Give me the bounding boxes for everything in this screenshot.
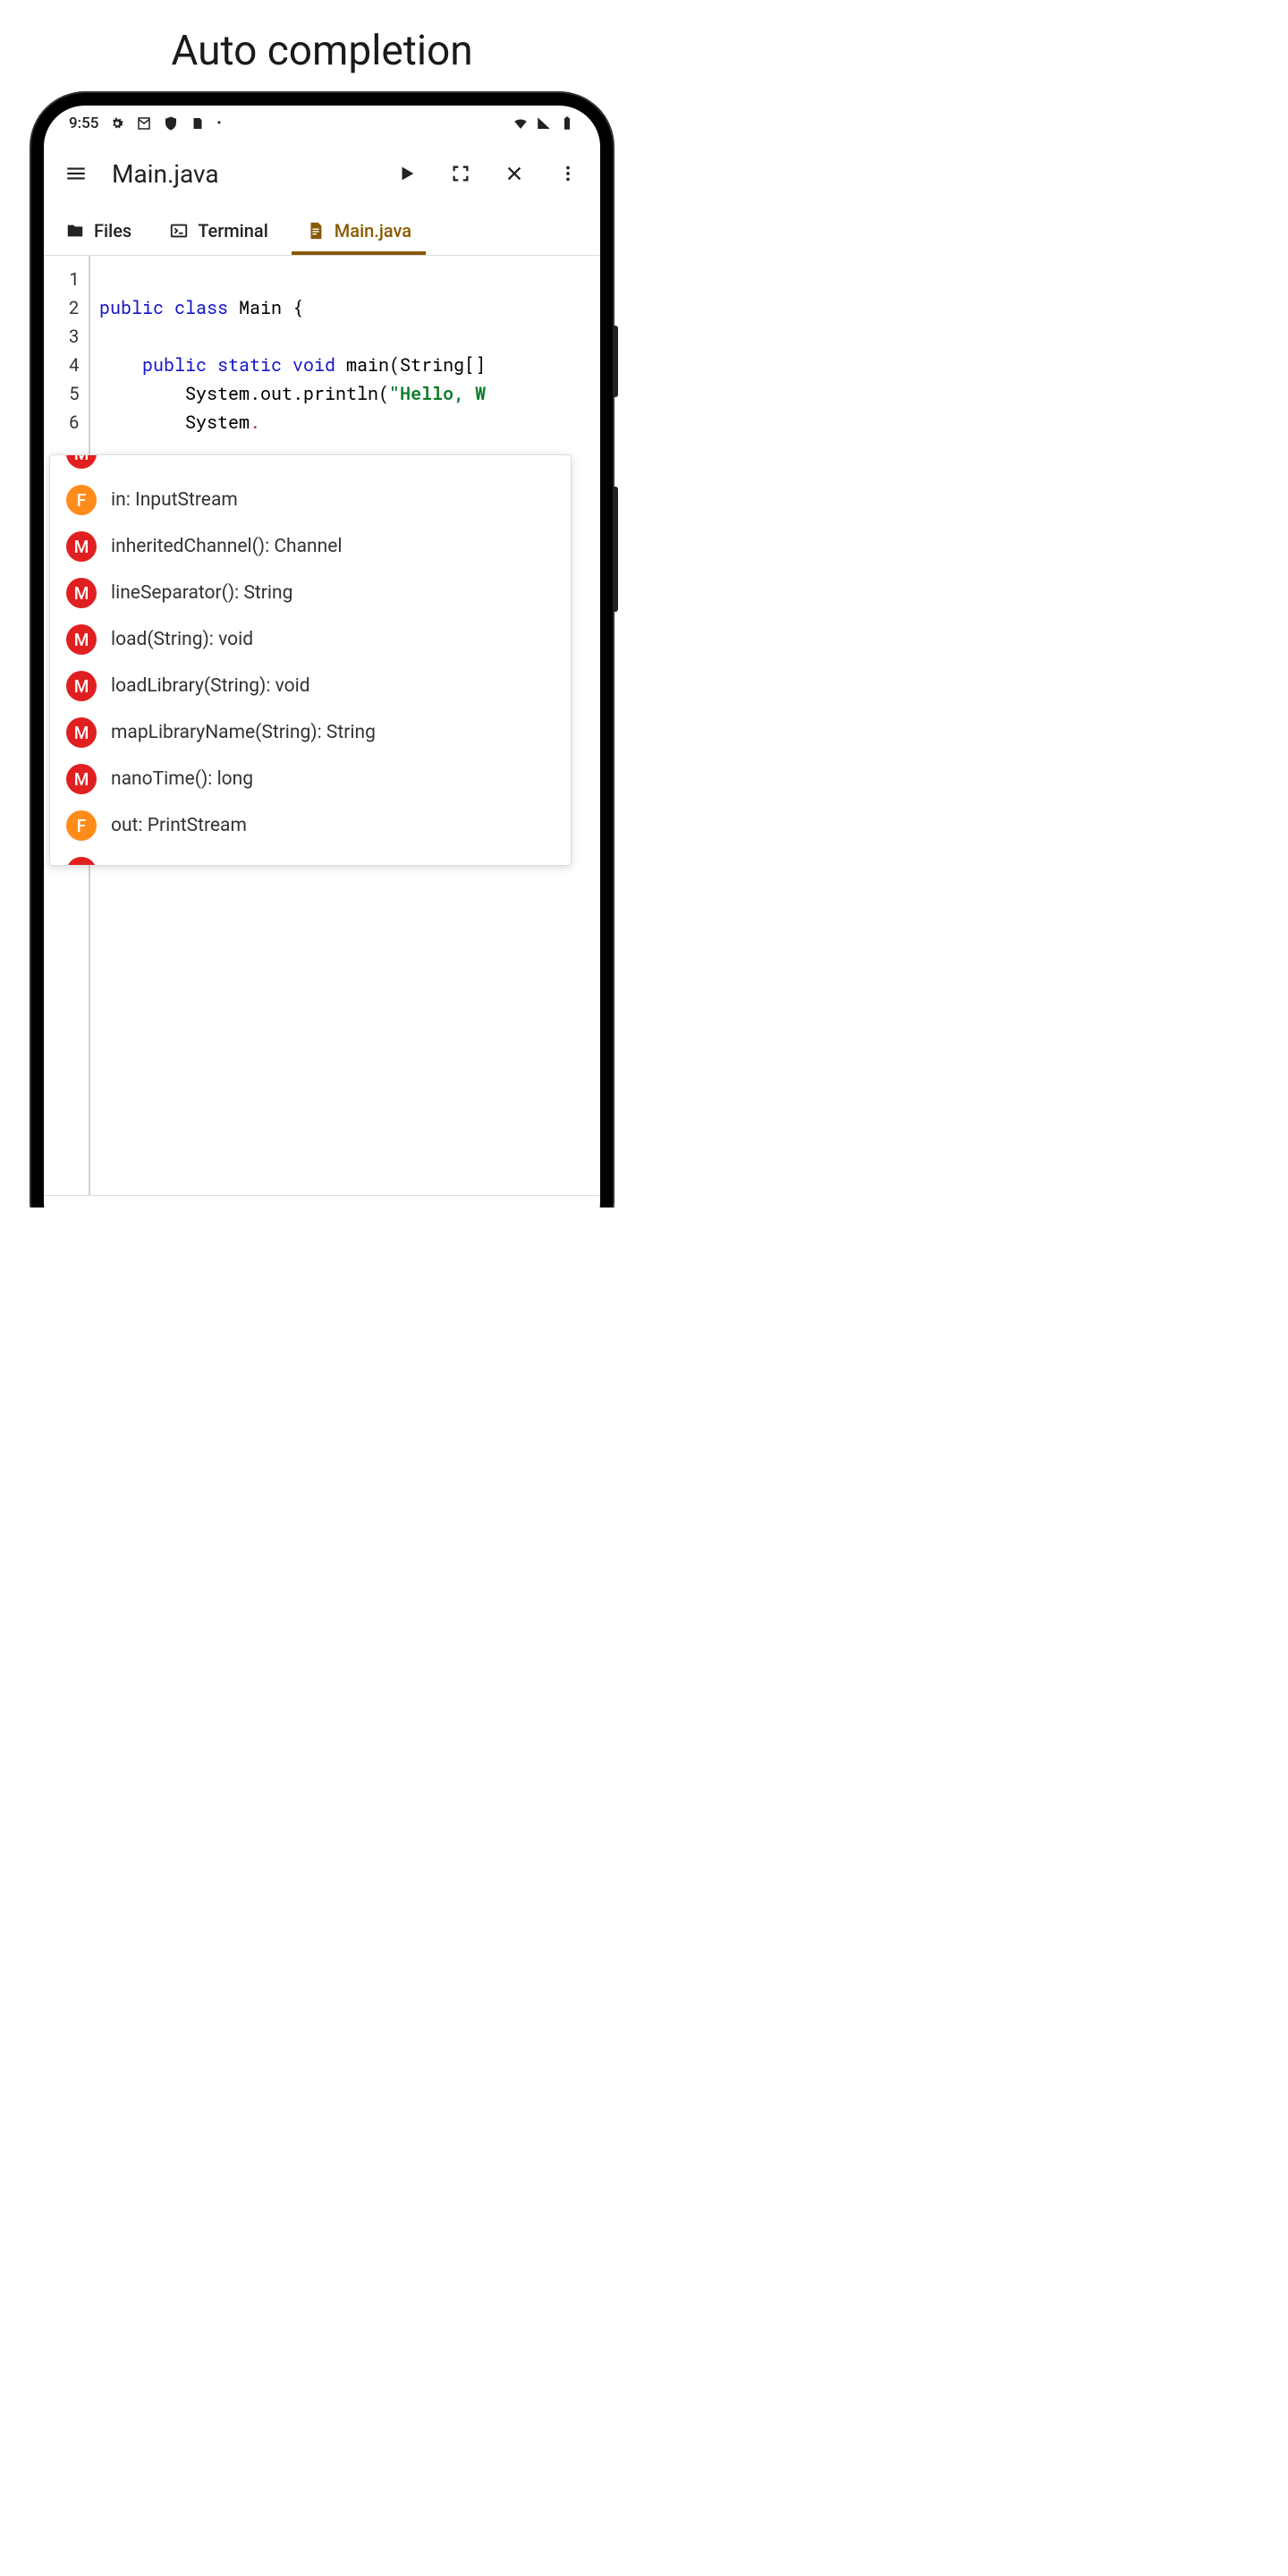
code-line: System.out.println("Hello, W [99, 379, 600, 408]
gear-icon [109, 115, 125, 131]
suggest-label: loadLibrary(String): void [111, 675, 310, 697]
method-badge-icon: M [66, 671, 97, 701]
signal-icon [536, 115, 552, 131]
suggest-item[interactable]: F out: PrintStream [50, 802, 571, 849]
tab-label: Terminal [198, 220, 268, 242]
method-badge-icon: M [66, 531, 97, 562]
code-line [99, 322, 600, 351]
status-time: 9:55 [69, 114, 98, 132]
suggest-item[interactable]: M mapLibraryName(String): String [50, 709, 571, 756]
close-button[interactable] [496, 156, 532, 191]
suggest-label: in: InputStream [111, 489, 238, 511]
suggest-item[interactable]: M nanoTime(): long [50, 756, 571, 802]
suggest-label: inheritedChannel(): Channel [111, 536, 342, 557]
suggest-label: load(String): void [111, 629, 253, 650]
field-badge-icon: F [66, 810, 97, 841]
battery-icon [559, 115, 575, 131]
hamburger-icon [64, 162, 88, 185]
close-icon [504, 164, 524, 183]
sd-icon [190, 115, 206, 131]
suggest-item[interactable]: M inheritedChannel(): Channel [50, 523, 571, 570]
phone-screen: 9:55 • Main.java [44, 106, 600, 1243]
fullscreen-button[interactable] [443, 156, 479, 191]
menu-button[interactable] [58, 156, 94, 191]
suggest-item[interactable]: M load(String): void [50, 616, 571, 663]
page-title: Auto completion [0, 0, 644, 93]
tab-files[interactable]: Files [55, 206, 142, 255]
more-button[interactable] [550, 156, 586, 191]
method-badge-icon: M [66, 717, 97, 748]
folder-icon [65, 221, 85, 241]
phone-side-button [613, 326, 618, 397]
suggest-item[interactable]: M [50, 849, 571, 866]
suggest-item[interactable]: M loadLibrary(String): void [50, 663, 571, 709]
code-line: public static void main(String[] [99, 351, 600, 379]
suggest-item[interactable]: F in: InputStream [50, 477, 571, 523]
shield-icon [163, 115, 179, 131]
suggest-label: mapLibraryName(String): String [111, 722, 376, 743]
status-bar: 9:55 • [44, 106, 600, 141]
tab-main-java[interactable]: Main.java [295, 206, 422, 255]
suggest-label: nanoTime(): long [111, 768, 253, 790]
phone-side-button [613, 487, 618, 612]
dot-icon: • [216, 116, 221, 131]
tab-label: Main.java [335, 220, 411, 242]
mail-icon [136, 115, 152, 131]
more-vert-icon [558, 164, 578, 183]
method-badge-icon: M [66, 857, 97, 866]
method-badge-icon: M [66, 764, 97, 794]
play-icon [397, 164, 417, 183]
suggest-label: lineSeparator(): String [111, 582, 292, 604]
code-line: public class Main { [99, 293, 600, 322]
wifi-icon [513, 115, 529, 131]
suggest-item[interactable]: M [50, 454, 571, 477]
method-badge-icon: M [66, 454, 97, 469]
method-badge-icon: M [66, 578, 97, 608]
code-line: System. [99, 408, 600, 436]
code-editor[interactable]: 123456 public class Main { public static… [44, 256, 600, 1195]
phone-frame: 9:55 • Main.java [31, 93, 613, 1256]
field-badge-icon: F [66, 485, 97, 515]
autocomplete-popup: M F in: InputStream M inheritedChannel()… [49, 454, 572, 866]
terminal-icon [169, 221, 189, 241]
tab-label: Files [94, 220, 131, 242]
suggest-label: out: PrintStream [111, 815, 247, 836]
file-icon [306, 221, 326, 241]
app-title: Main.java [112, 159, 371, 189]
code-line [99, 265, 600, 293]
fullscreen-icon [451, 164, 470, 183]
app-bar: Main.java [44, 141, 600, 206]
suggest-item[interactable]: M lineSeparator(): String [50, 570, 571, 616]
tab-terminal[interactable]: Terminal [158, 206, 279, 255]
tabs: Files Terminal Main.java [44, 206, 600, 256]
run-button[interactable] [389, 156, 425, 191]
method-badge-icon: M [66, 624, 97, 655]
